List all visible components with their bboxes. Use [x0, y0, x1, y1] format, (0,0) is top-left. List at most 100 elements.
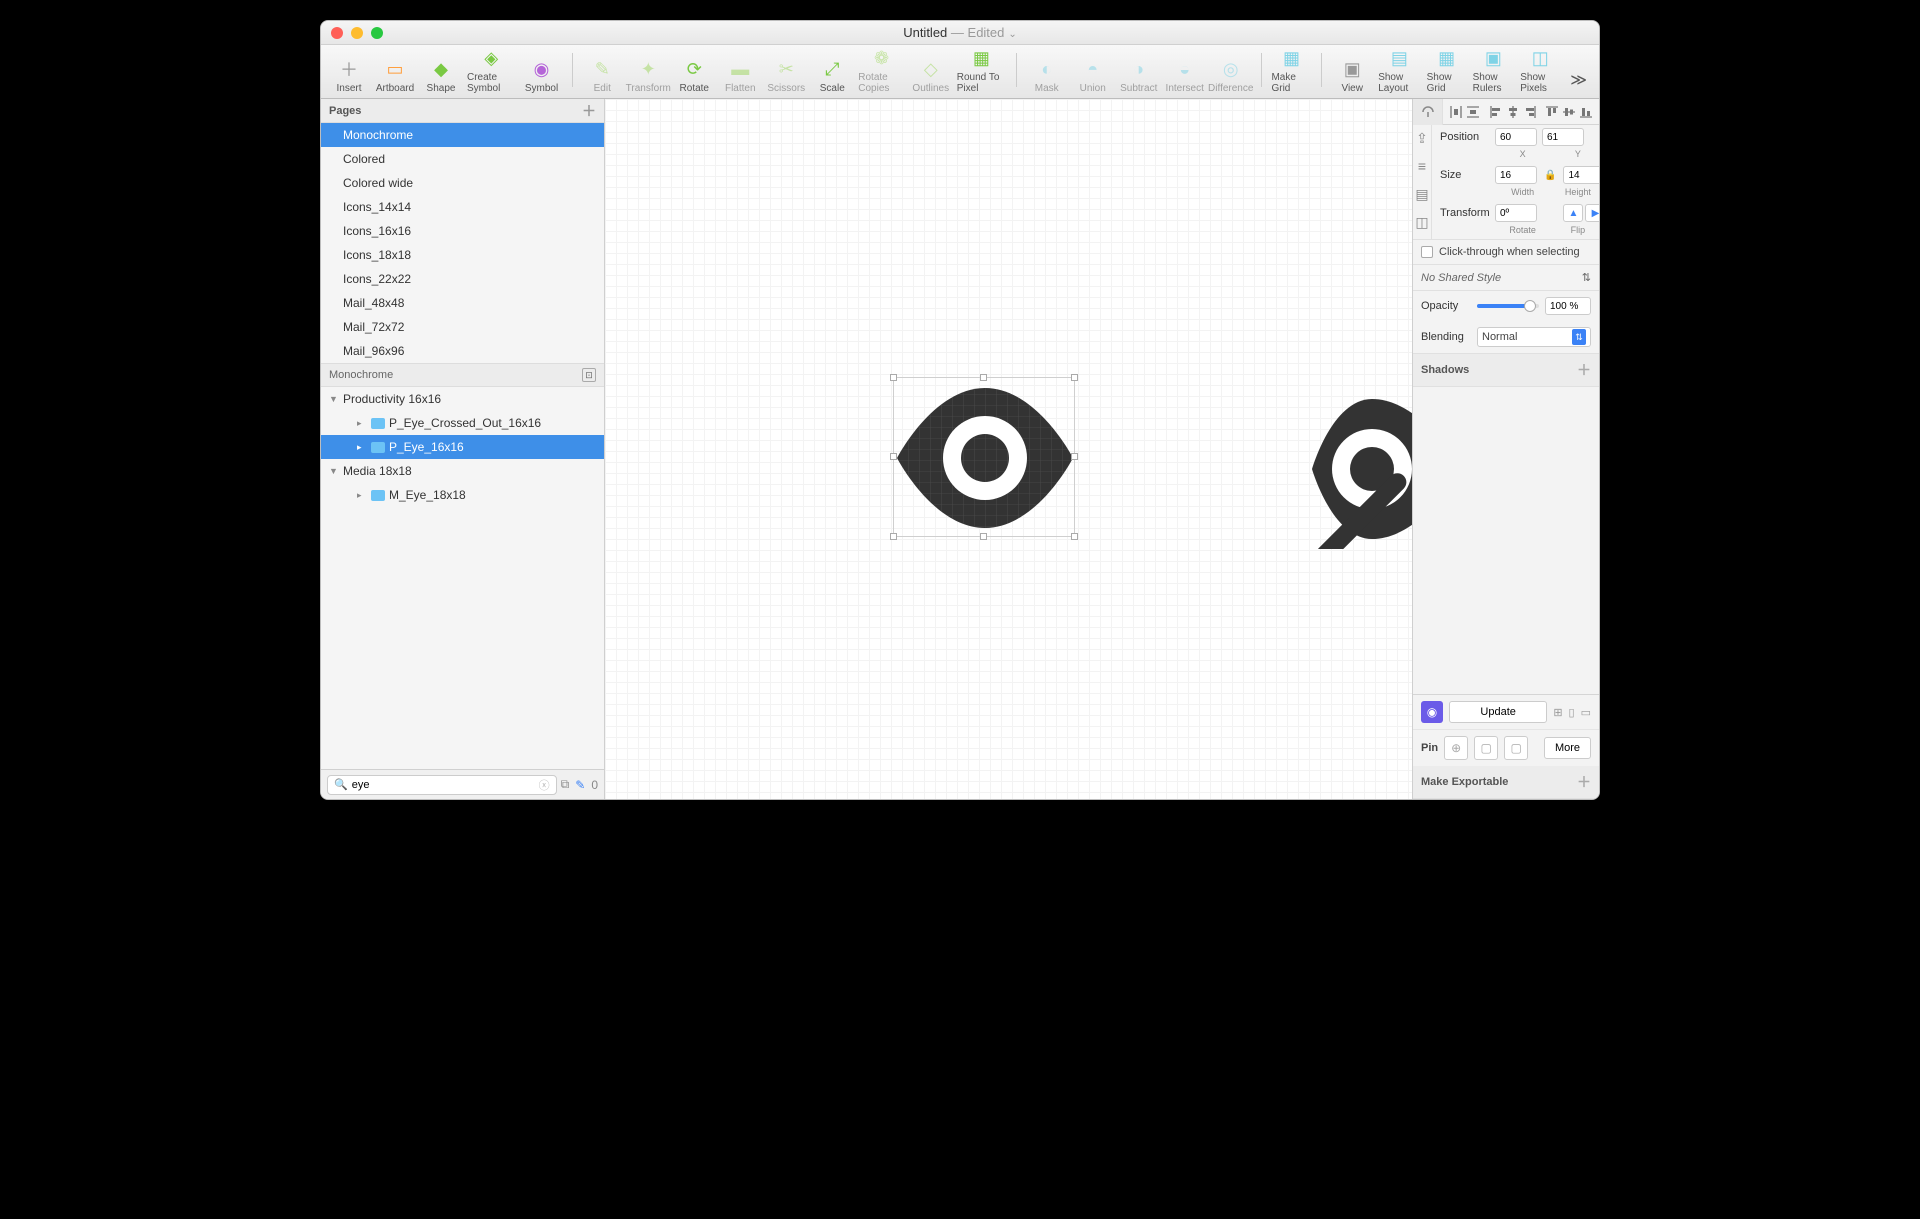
search-bar: 🔍 ⓧ ⧉ ✎ 0 [321, 769, 604, 799]
symbol-icon[interactable]: ◉ [1421, 701, 1443, 723]
toolbar-rotate[interactable]: ⟳Rotate [674, 55, 714, 94]
grid-icon[interactable]: ⊞ [1553, 706, 1562, 719]
page-item[interactable]: Mail_72x72 [321, 315, 604, 339]
page-item[interactable]: Icons_16x16 [321, 219, 604, 243]
toolbar-artboard[interactable]: ▭Artboard [375, 55, 415, 94]
toolbar-create-symbol[interactable]: ◈Create Symbol [467, 44, 516, 94]
toolbar-shape[interactable]: ◆Shape [421, 55, 461, 94]
align-left-icon[interactable] [1489, 105, 1503, 119]
page-item[interactable]: Monochrome [321, 123, 604, 147]
handle-ml[interactable] [890, 453, 897, 460]
window-title: Untitled — Edited⌄ [321, 25, 1599, 40]
page-item[interactable]: Mail_48x48 [321, 291, 604, 315]
titlebar: Untitled — Edited⌄ [321, 21, 1599, 45]
distribute-v-icon[interactable] [1466, 105, 1480, 119]
page-item[interactable]: Mail_96x96 [321, 339, 604, 363]
phone-icon[interactable]: ▯ [1569, 706, 1575, 719]
device-icon[interactable]: ▭ [1581, 706, 1591, 719]
update-button[interactable]: Update [1449, 701, 1547, 723]
toolbar-show-pixels[interactable]: ◫Show Pixels [1520, 44, 1560, 94]
align-bottom-icon[interactable] [1579, 105, 1593, 119]
canvas[interactable] [605, 99, 1413, 799]
add-page-button[interactable]: ＋ [582, 101, 596, 121]
opacity-slider[interactable] [1477, 304, 1539, 308]
lock-icon[interactable]: 🔒 [1542, 170, 1558, 181]
handle-tm[interactable] [980, 374, 987, 381]
height-input[interactable] [1563, 166, 1599, 184]
toolbar-round-to-pixel[interactable]: ▦Round To Pixel [957, 44, 1006, 94]
shadows-header[interactable]: Shadows＋ [1413, 354, 1599, 387]
flip-h-button[interactable]: ▲ [1563, 204, 1583, 222]
clickthrough-checkbox[interactable] [1421, 246, 1433, 258]
align-right-icon[interactable] [1523, 105, 1537, 119]
pages-header: Pages ＋ [321, 99, 604, 123]
toolbar-view[interactable]: ▣View [1332, 55, 1372, 94]
layer-group[interactable]: ▼Productivity 16x16 [321, 387, 604, 411]
page-item[interactable]: Icons_22x22 [321, 267, 604, 291]
search-input[interactable] [352, 779, 535, 791]
position-x-input[interactable] [1495, 128, 1537, 146]
page-item[interactable]: Colored [321, 147, 604, 171]
align-icon[interactable]: ≡ [1413, 157, 1431, 175]
handle-tr[interactable] [1071, 374, 1078, 381]
toolbar-scale[interactable]: ⤢Scale [812, 55, 852, 94]
rotate-input[interactable] [1495, 204, 1537, 222]
clickthrough-row[interactable]: Click-through when selecting [1413, 239, 1599, 265]
toolbar-show-grid[interactable]: ▦Show Grid [1427, 44, 1467, 94]
layer-group[interactable]: ▼Media 18x18 [321, 459, 604, 483]
page-item[interactable]: Icons_14x14 [321, 195, 604, 219]
align-hcenter-icon[interactable] [1506, 105, 1520, 119]
position-y-input[interactable] [1542, 128, 1584, 146]
opacity-input[interactable] [1545, 297, 1591, 315]
flip-v-button[interactable]: ▶ [1585, 204, 1599, 222]
toolbar-overflow[interactable]: ≫ [1566, 66, 1591, 94]
pin-widget-1[interactable]: ⊕ [1444, 736, 1468, 760]
handle-tl[interactable] [890, 374, 897, 381]
clear-icon[interactable]: ⓧ [539, 777, 550, 793]
right-side-icons: ⇪ ≡ ▤ ◫ [1413, 125, 1432, 239]
toolbar-rotate-copies: ❁Rotate Copies [858, 44, 905, 94]
folder-icon [371, 418, 385, 429]
toolbar-show-rulers[interactable]: ▣Show Rulers [1473, 44, 1515, 94]
pin-widget-2[interactable]: ▢ [1474, 736, 1498, 760]
align-top-icon[interactable] [1545, 105, 1559, 119]
upload-icon[interactable]: ⇪ [1413, 129, 1431, 147]
layout-icon[interactable]: ◫ [1413, 213, 1431, 231]
handle-bl[interactable] [890, 533, 897, 540]
toolbar-show-layout[interactable]: ▤Show Layout [1378, 44, 1420, 94]
layers-header: Monochrome ⊡ [321, 363, 604, 387]
distribute-h-icon[interactable] [1449, 105, 1463, 119]
layer-item[interactable]: ▸P_Eye_Crossed_Out_16x16 [321, 411, 604, 435]
copy-icon[interactable]: ⧉ [561, 777, 570, 792]
blending-select[interactable]: Normal⇅ [1477, 327, 1591, 347]
handle-mr[interactable] [1071, 453, 1078, 460]
search-field[interactable]: 🔍 ⓧ [327, 775, 557, 795]
layer-item[interactable]: ▸M_Eye_18x18 [321, 483, 604, 507]
toolbar-flatten: ▬Flatten [720, 55, 760, 94]
alignment-buttons [1443, 105, 1599, 119]
toolbar-make-grid[interactable]: ▦Make Grid [1271, 44, 1311, 94]
shared-style-row[interactable]: No Shared Style⇅ [1413, 265, 1599, 291]
add-export-button[interactable]: ＋ [1577, 772, 1591, 792]
exportable-header[interactable]: Make Exportable＋ [1413, 766, 1599, 799]
width-input[interactable] [1495, 166, 1537, 184]
handle-br[interactable] [1071, 533, 1078, 540]
tab-design[interactable] [1413, 99, 1443, 125]
text-icon[interactable]: ▤ [1413, 185, 1431, 203]
add-shadow-button[interactable]: ＋ [1577, 360, 1591, 380]
page-item[interactable]: Colored wide [321, 171, 604, 195]
handle-bm[interactable] [980, 533, 987, 540]
pin-widget-3[interactable]: ▢ [1504, 736, 1528, 760]
folder-icon [371, 442, 385, 453]
folder-icon [371, 490, 385, 501]
layer-item[interactable]: ▸P_Eye_16x16 [321, 435, 604, 459]
align-vcenter-icon[interactable] [1562, 105, 1576, 119]
toolbar-insert[interactable]: ＋Insert [329, 55, 369, 94]
selection-box[interactable] [893, 377, 1075, 537]
app-window: Untitled — Edited⌄ ＋Insert▭Artboard◆Shap… [320, 20, 1600, 800]
collapse-icon[interactable]: ⊡ [582, 368, 596, 382]
edit-icon[interactable]: ✎ [575, 778, 585, 792]
page-item[interactable]: Icons_18x18 [321, 243, 604, 267]
toolbar-symbol[interactable]: ◉Symbol [522, 55, 562, 94]
more-button[interactable]: More [1544, 737, 1591, 759]
